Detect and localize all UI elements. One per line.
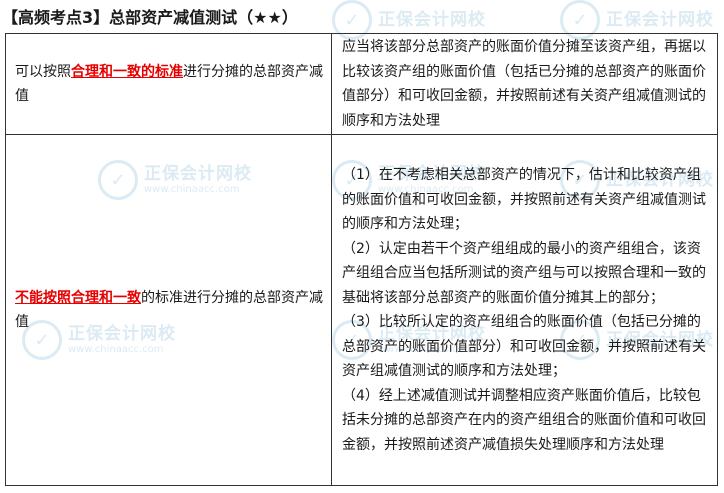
condition-highlight: 不能按照合理和一致 — [15, 289, 141, 306]
treatment-step-3: （3）比较所认定的资产组组合的账面价值（包括已分摊的总部资产的账面价值部分）和可… — [342, 314, 706, 379]
watermark-brand: 正保会计网校 — [378, 9, 486, 30]
row-condition-cell: 可以按照合理和一致的标准进行分摊的总部资产减值 — [5, 33, 332, 135]
treatment-paragraph: 应当将该部分总部资产的账面价值分摊至该资产组，再据以比较该资产组的账面价值（包括… — [342, 39, 706, 129]
condition-highlight: 合理和一致的标准 — [71, 63, 183, 80]
watermark-brand: 正保会计网校 — [606, 9, 714, 30]
row-treatment-cell: （1）在不考虑相关总部资产的情况下，估计和比较资产组的账面价值和可收回金额，并按… — [331, 134, 718, 486]
treatment-step-4: （4）经上述减值测试并调整相应资产账面价值后，比较包括未分摊的总部资产在内的资产… — [342, 387, 706, 453]
row-treatment-cell: 应当将该部分总部资产的账面价值分摊至该资产组，再据以比较该资产组的账面价值（包括… — [331, 33, 718, 135]
content-table: 可以按照合理和一致的标准进行分摊的总部资产减值 应当将该部分总部资产的账面价值分… — [5, 33, 718, 486]
table-row: 不能按照合理和一致的标准进行分摊的总部资产减值 （1）在不考虑相关总部资产的情况… — [5, 134, 718, 486]
treatment-step-1: （1）在不考虑相关总部资产的情况下，估计和比较资产组的账面价值和可收回金额，并按… — [342, 167, 706, 232]
row-condition-cell: 不能按照合理和一致的标准进行分摊的总部资产减值 — [5, 134, 332, 486]
page-title: 【高频考点3】总部资产减值测试（★★） — [2, 8, 298, 27]
condition-prefix: 可以按照 — [15, 63, 71, 80]
treatment-step-2: （2）认定由若干个资产组组成的最小的资产组组合，该资产组组合应当包括所测试的资产… — [342, 240, 706, 306]
table-row: 可以按照合理和一致的标准进行分摊的总部资产减值 应当将该部分总部资产的账面价值分… — [5, 33, 718, 135]
